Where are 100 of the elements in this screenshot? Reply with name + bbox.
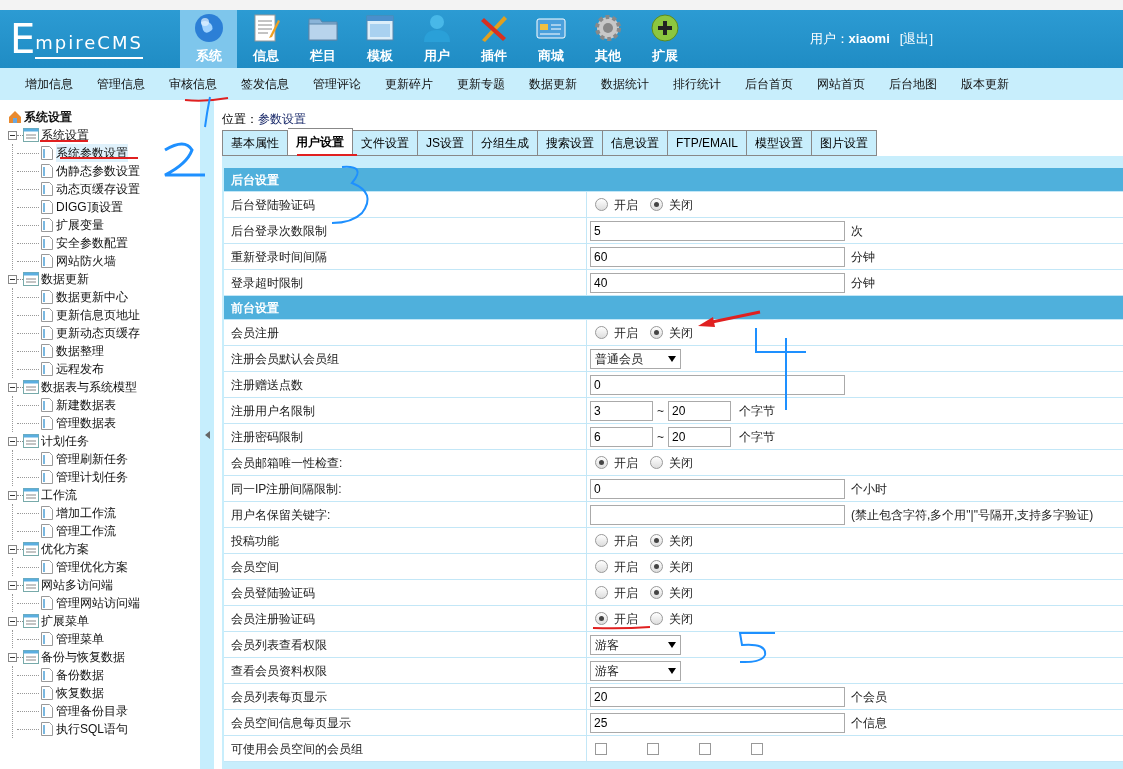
tree-item[interactable]: 备份数据 <box>56 666 104 684</box>
input-field[interactable]: 6 <box>590 426 653 447</box>
tree-item[interactable]: 管理计划任务 <box>56 468 128 486</box>
nav-tab[interactable]: 栏目 <box>294 10 351 68</box>
tab[interactable]: 文件设置 <box>353 130 418 156</box>
collapse-icon[interactable] <box>8 130 17 140</box>
radio-button[interactable] <box>595 534 608 547</box>
sub-nav-link[interactable]: 更新碎片 <box>380 75 438 93</box>
tree-item[interactable]: 更新信息页地址 <box>56 306 140 324</box>
tree-item[interactable]: 管理工作流 <box>56 522 116 540</box>
input-field[interactable]: 20 <box>668 426 731 447</box>
select-field[interactable]: 游客 <box>590 634 681 655</box>
checkbox[interactable] <box>699 742 711 755</box>
nav-tab[interactable]: 用户 <box>408 10 465 68</box>
radio-button[interactable] <box>595 586 608 599</box>
input-field[interactable]: 25 <box>590 712 845 733</box>
nav-tab[interactable]: 商城 <box>522 10 579 68</box>
tree-item[interactable]: 管理菜单 <box>56 630 104 648</box>
sub-nav-link[interactable]: 排行统计 <box>668 75 726 93</box>
tree-group[interactable]: 备份与恢复数据 <box>41 648 125 666</box>
sub-nav-link[interactable]: 更新专题 <box>452 75 510 93</box>
input-field[interactable]: 60 <box>590 246 845 267</box>
tree-group[interactable]: 数据更新 <box>41 270 89 288</box>
sub-nav-link[interactable]: 版本更新 <box>956 75 1014 93</box>
input-field[interactable]: 5 <box>590 220 845 241</box>
collapse-icon[interactable] <box>8 382 17 392</box>
tree-group[interactable]: 网站多访问端 <box>41 576 113 594</box>
breadcrumb-link[interactable]: 参数设置 <box>258 110 306 128</box>
tree-group[interactable]: 系统设置 <box>41 126 89 144</box>
collapse-icon[interactable] <box>8 652 17 662</box>
radio-button[interactable] <box>650 534 663 547</box>
tab[interactable]: 基本属性 <box>222 130 288 156</box>
tree-item[interactable]: 数据整理 <box>56 342 104 360</box>
sub-nav-link[interactable]: 数据更新 <box>524 75 582 93</box>
input-field[interactable]: 40 <box>590 272 845 293</box>
tree-item[interactable]: 动态页缓存设置 <box>56 180 140 198</box>
sub-nav-link[interactable]: 数据统计 <box>596 75 654 93</box>
nav-tab[interactable]: 其他 <box>579 10 636 68</box>
tree-group[interactable]: 数据表与系统模型 <box>41 378 137 396</box>
radio-button[interactable] <box>650 456 663 469</box>
nav-tab[interactable]: 模板 <box>351 10 408 68</box>
tab[interactable]: 用户设置 <box>288 128 353 156</box>
radio-button[interactable] <box>595 612 608 625</box>
checkbox[interactable] <box>595 742 607 755</box>
tab[interactable]: FTP/EMAIL <box>668 130 748 156</box>
checkbox[interactable] <box>647 742 659 755</box>
tab[interactable]: 分组生成 <box>473 130 538 156</box>
tree-item[interactable]: 伪静态参数设置 <box>56 162 140 180</box>
tab[interactable]: 信息设置 <box>603 130 668 156</box>
tree-item[interactable]: 安全参数配置 <box>56 234 128 252</box>
tree-item[interactable]: 管理刷新任务 <box>56 450 128 468</box>
tab[interactable]: JS设置 <box>418 130 473 156</box>
radio-button[interactable] <box>595 326 608 339</box>
tree-group[interactable]: 扩展菜单 <box>41 612 89 630</box>
radio-button[interactable] <box>595 560 608 573</box>
nav-tab[interactable]: 扩展 <box>636 10 693 68</box>
tree-item[interactable]: 数据更新中心 <box>56 288 128 306</box>
input-field[interactable]: 20 <box>668 400 731 421</box>
tree-item[interactable]: 远程发布 <box>56 360 104 378</box>
select-field[interactable]: 游客 <box>590 660 681 681</box>
tree-item[interactable]: 管理优化方案 <box>56 558 128 576</box>
sub-nav-link[interactable]: 管理信息 <box>92 75 150 93</box>
input-field[interactable]: 20 <box>590 686 845 707</box>
tree-item[interactable]: 更新动态页缓存 <box>56 324 140 342</box>
input-field[interactable]: 0 <box>590 374 845 395</box>
radio-button[interactable] <box>650 612 663 625</box>
tree-item[interactable]: 管理网站访问端 <box>56 594 140 612</box>
collapse-icon[interactable] <box>8 544 17 554</box>
tree-item[interactable]: 恢复数据 <box>56 684 104 702</box>
sub-nav-link[interactable]: 后台地图 <box>884 75 942 93</box>
sub-nav-link[interactable]: 网站首页 <box>812 75 870 93</box>
tree-item[interactable]: 执行SQL语句 <box>56 720 128 738</box>
sub-nav-link[interactable]: 审核信息 <box>164 75 222 93</box>
nav-tab[interactable]: 信息 <box>237 10 294 68</box>
tree-item[interactable]: 网站防火墙 <box>56 252 116 270</box>
tree-item[interactable]: 扩展变量 <box>56 216 104 234</box>
tab[interactable]: 图片设置 <box>812 130 878 156</box>
sub-nav-link[interactable]: 签发信息 <box>236 75 294 93</box>
select-field[interactable]: 普通会员 <box>590 348 681 369</box>
sub-nav-link[interactable]: 增加信息 <box>20 75 78 93</box>
tree-item[interactable]: 增加工作流 <box>56 504 116 522</box>
collapse-icon[interactable] <box>8 616 17 626</box>
radio-button[interactable] <box>650 198 663 211</box>
sub-nav-link[interactable]: 后台首页 <box>740 75 798 93</box>
checkbox[interactable] <box>751 742 763 755</box>
tree-group[interactable]: 计划任务 <box>41 432 89 450</box>
tree-item[interactable]: 管理备份目录 <box>56 702 128 720</box>
sub-nav-link[interactable]: 管理评论 <box>308 75 366 93</box>
tree-item[interactable]: DIGG顶设置 <box>56 198 123 216</box>
tree-group[interactable]: 优化方案 <box>41 540 89 558</box>
input-field[interactable] <box>590 504 845 525</box>
collapse-icon[interactable] <box>8 490 17 500</box>
tree-item[interactable]: 新建数据表 <box>56 396 116 414</box>
radio-button[interactable] <box>595 198 608 211</box>
radio-button[interactable] <box>650 560 663 573</box>
nav-tab[interactable]: 插件 <box>465 10 522 68</box>
radio-button[interactable] <box>650 326 663 339</box>
radio-button[interactable] <box>650 586 663 599</box>
radio-button[interactable] <box>595 456 608 469</box>
tab[interactable]: 模型设置 <box>747 130 813 156</box>
